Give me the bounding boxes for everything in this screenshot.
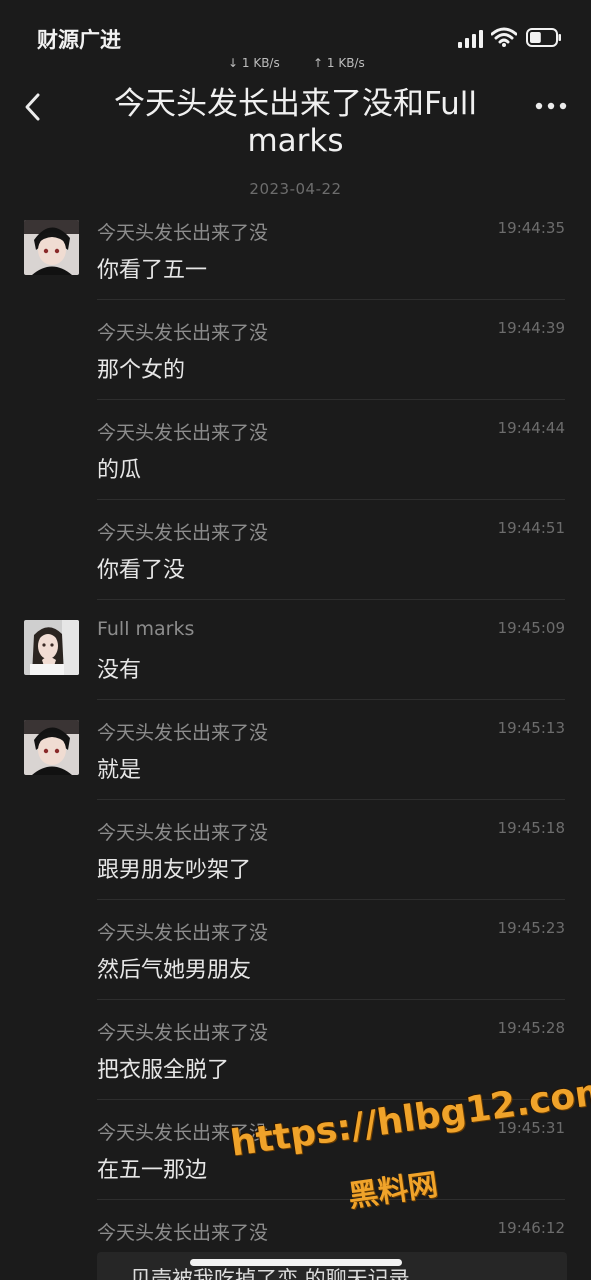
message-item[interactable]: 今天头发长出来了没 19:44:39 那个女的 <box>0 300 591 400</box>
more-icon[interactable] <box>534 100 568 112</box>
message-time: 19:46:12 <box>497 1219 565 1237</box>
message-text: 在五一那边 <box>97 1158 208 1183</box>
message-time: 19:44:39 <box>497 319 565 337</box>
message-text: 的瓜 <box>97 458 142 483</box>
message-text: 就是 <box>97 758 142 783</box>
message-text: 没有 <box>97 658 142 683</box>
sender-name: 今天头发长出来了没 <box>97 722 269 744</box>
message-time: 19:45:13 <box>497 719 565 737</box>
chat-title: 今天头发长出来了没和Full marks <box>113 86 477 159</box>
message-time: 19:44:44 <box>497 419 565 437</box>
message-time: 19:45:09 <box>497 619 565 637</box>
navigation-bar: 今天头发长出来了没和Full marks <box>0 80 591 172</box>
message-item[interactable]: 今天头发长出来了没 19:45:18 跟男朋友吵架了 <box>0 800 591 900</box>
avatar-full-marks[interactable] <box>24 620 79 675</box>
sender-name: 今天头发长出来了没 <box>97 522 269 544</box>
sender-name: 今天头发长出来了没 <box>97 922 269 944</box>
sender-name: 今天头发长出来了没 <box>97 322 269 344</box>
sender-name: 今天头发长出来了没 <box>97 1022 269 1044</box>
chevron-left-icon[interactable] <box>20 92 46 122</box>
message-time: 19:44:51 <box>497 519 565 537</box>
sender-name: 今天头发长出来了没 <box>97 222 269 244</box>
message-text: 你看了五一 <box>97 258 208 283</box>
message-time: 19:45:28 <box>497 1019 565 1037</box>
avatar-sender[interactable] <box>24 220 79 275</box>
message-item[interactable]: 今天头发长出来了没 19:44:51 你看了没 <box>0 500 591 600</box>
upload-speed: ↑ 1 KB/s <box>313 56 365 70</box>
download-speed: ↓ 1 KB/s <box>228 56 280 70</box>
message-item[interactable]: 今天头发长出来了没 19:44:35 你看了五一 <box>0 200 591 300</box>
carrier-label: 财源广进 <box>37 28 121 52</box>
status-bar: 财源广进 ↓ 1 KB/s ↑ 1 KB/s <box>0 0 591 76</box>
battery-icon <box>526 28 561 47</box>
home-indicator <box>190 1259 402 1266</box>
message-time: 19:44:35 <box>497 219 565 237</box>
signal-icon <box>458 30 483 48</box>
message-item[interactable]: 今天头发长出来了没 19:45:23 然后气她男朋友 <box>0 900 591 1000</box>
message-item[interactable]: Full marks 19:45:09 没有 <box>0 600 591 700</box>
message-item[interactable]: 今天头发长出来了没 19:44:44 的瓜 <box>0 400 591 500</box>
sender-name: Full marks <box>97 618 195 640</box>
wifi-icon <box>491 27 517 47</box>
sender-name: 今天头发长出来了没 <box>97 822 269 844</box>
message-time: 19:45:23 <box>497 919 565 937</box>
chat-history-screen: 财源广进 ↓ 1 KB/s ↑ 1 KB/s 今天头发长出来了没和Full ma… <box>0 0 591 1280</box>
avatar-sender[interactable] <box>24 720 79 775</box>
message-text: 然后气她男朋友 <box>97 958 252 983</box>
message-text: 跟男朋友吵架了 <box>97 858 252 883</box>
message-text: 把衣服全脱了 <box>97 1058 230 1083</box>
message-text: 那个女的 <box>97 358 186 383</box>
message-time: 19:45:18 <box>497 819 565 837</box>
message-text: 你看了没 <box>97 558 186 583</box>
date-separator: 2023-04-22 <box>249 180 342 198</box>
message-item[interactable]: 今天头发长出来了没 19:45:13 就是 <box>0 700 591 800</box>
sender-name: 今天头发长出来了没 <box>97 422 269 444</box>
sender-name: 今天头发长出来了没 <box>97 1222 269 1244</box>
